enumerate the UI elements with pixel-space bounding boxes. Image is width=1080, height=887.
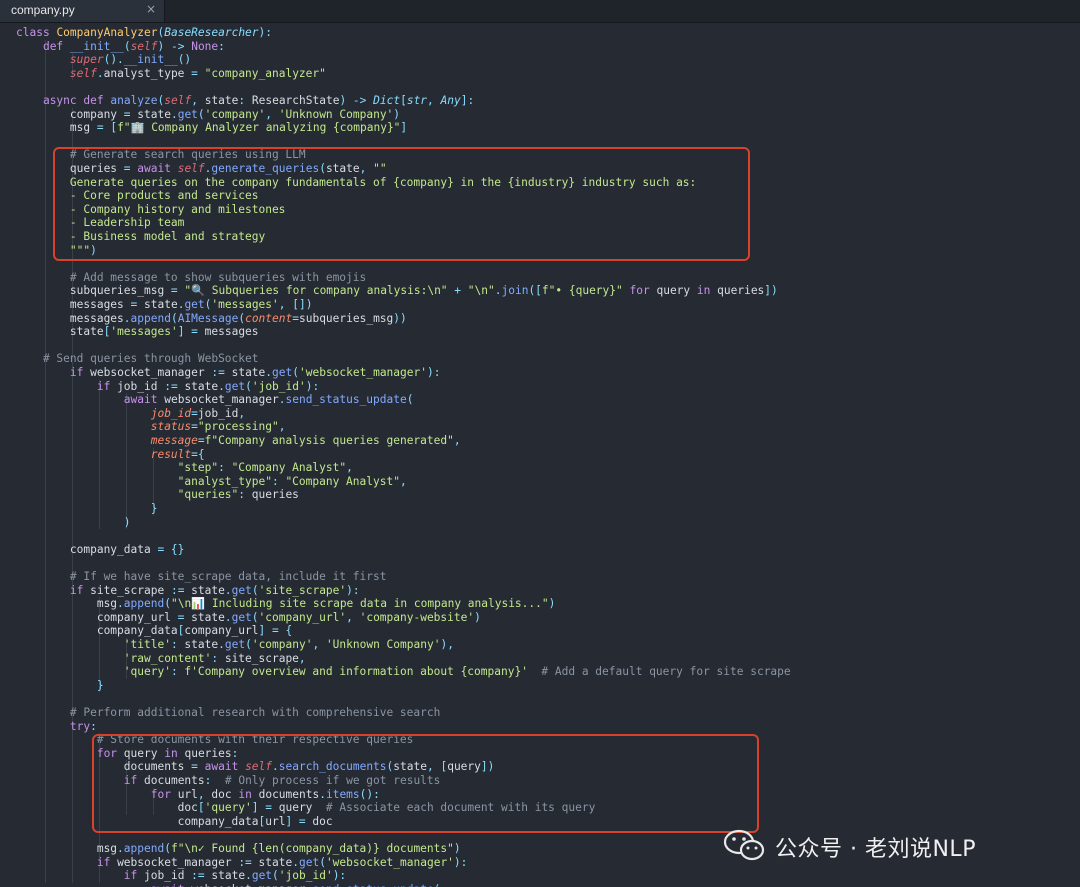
code-line[interactable]: company_data = {} — [16, 543, 185, 557]
tab-company-py[interactable]: company.py × — [0, 0, 165, 22]
code-line[interactable]: async def analyze(self, state: ResearchS… — [16, 94, 474, 108]
code-line[interactable]: company_data[company_url] = { — [16, 624, 292, 638]
code-line[interactable]: # Send queries through WebSocket — [16, 352, 259, 366]
code-line[interactable]: 'title': state.get('company', 'Unknown C… — [16, 638, 454, 652]
code-line[interactable]: messages.append(AIMessage(content=subque… — [16, 312, 407, 326]
code-line[interactable]: } — [16, 502, 158, 516]
highlight-box-generate-queries — [53, 147, 750, 261]
code-line[interactable]: ) — [16, 516, 131, 530]
wechat-icon — [723, 829, 765, 861]
code-line[interactable]: self.analyst_type = "company_analyzer" — [16, 67, 326, 81]
code-line[interactable]: "step": "Company Analyst", — [16, 461, 353, 475]
code-line[interactable]: super().__init__() — [16, 53, 191, 67]
code-line[interactable]: # Add message to show subqueries with em… — [16, 271, 366, 285]
close-icon[interactable]: × — [146, 2, 158, 18]
code-line[interactable]: try: — [16, 720, 97, 734]
code-line[interactable]: msg = [f"🏢 Company Analyzer analyzing {c… — [16, 121, 407, 135]
code-line[interactable]: message=f"Company analysis queries gener… — [16, 434, 461, 448]
watermark: 公众号 · 老刘说NLP — [723, 826, 1063, 866]
highlight-box-store-documents — [92, 734, 759, 833]
code-line[interactable]: # If we have site_scrape data, include i… — [16, 570, 387, 584]
code-line[interactable]: messages = state.get('messages', []) — [16, 298, 313, 312]
code-line[interactable]: msg.append("\n📊 Including site scrape da… — [16, 597, 556, 611]
tab-filename: company.py — [11, 3, 75, 17]
code-line[interactable]: job_id=job_id, — [16, 407, 245, 421]
code-line[interactable]: company_url = state.get('company_url', '… — [16, 611, 481, 625]
watermark-text: 公众号 · 老刘说NLP — [775, 837, 976, 862]
code-line[interactable]: company = state.get('company', 'Unknown … — [16, 108, 400, 122]
code-line[interactable]: if site_scrape := state.get('site_scrape… — [16, 584, 360, 598]
code-line[interactable]: result={ — [16, 448, 205, 462]
code-line[interactable]: if websocket_manager := state.get('webso… — [16, 856, 468, 870]
code-line[interactable]: "analyst_type": "Company Analyst", — [16, 475, 407, 489]
code-line[interactable]: } — [16, 679, 104, 693]
code-line[interactable]: state['messages'] = messages — [16, 325, 259, 339]
code-line[interactable]: await websocket_manager.send_status_upda… — [16, 393, 414, 407]
code-line[interactable]: await websocket_manager.send_status_upda… — [16, 883, 441, 887]
code-line[interactable]: # Perform additional research with compr… — [16, 706, 440, 720]
code-line[interactable]: 'raw_content': site_scrape, — [16, 652, 306, 666]
code-line[interactable]: if websocket_manager := state.get('webso… — [16, 366, 441, 380]
code-line[interactable]: "queries": queries — [16, 488, 299, 502]
code-line[interactable]: class CompanyAnalyzer(BaseResearcher): — [16, 26, 272, 40]
editor-window: company.py × class CompanyAnalyzer(BaseR… — [0, 0, 1080, 887]
code-line[interactable]: if job_id := state.get('job_id'): — [16, 869, 346, 883]
code-line[interactable]: 'query': f'Company overview and informat… — [16, 665, 791, 679]
code-line[interactable]: status="processing", — [16, 420, 286, 434]
code-line[interactable]: def __init__(self) -> None: — [16, 40, 225, 54]
code-line[interactable]: subqueries_msg = "🔍 Subqueries for compa… — [16, 284, 778, 298]
code-line[interactable]: msg.append(f"\n✓ Found {len(company_data… — [16, 842, 461, 856]
code-line[interactable]: if job_id := state.get('job_id'): — [16, 380, 319, 394]
tab-bar: company.py × — [0, 0, 1080, 23]
